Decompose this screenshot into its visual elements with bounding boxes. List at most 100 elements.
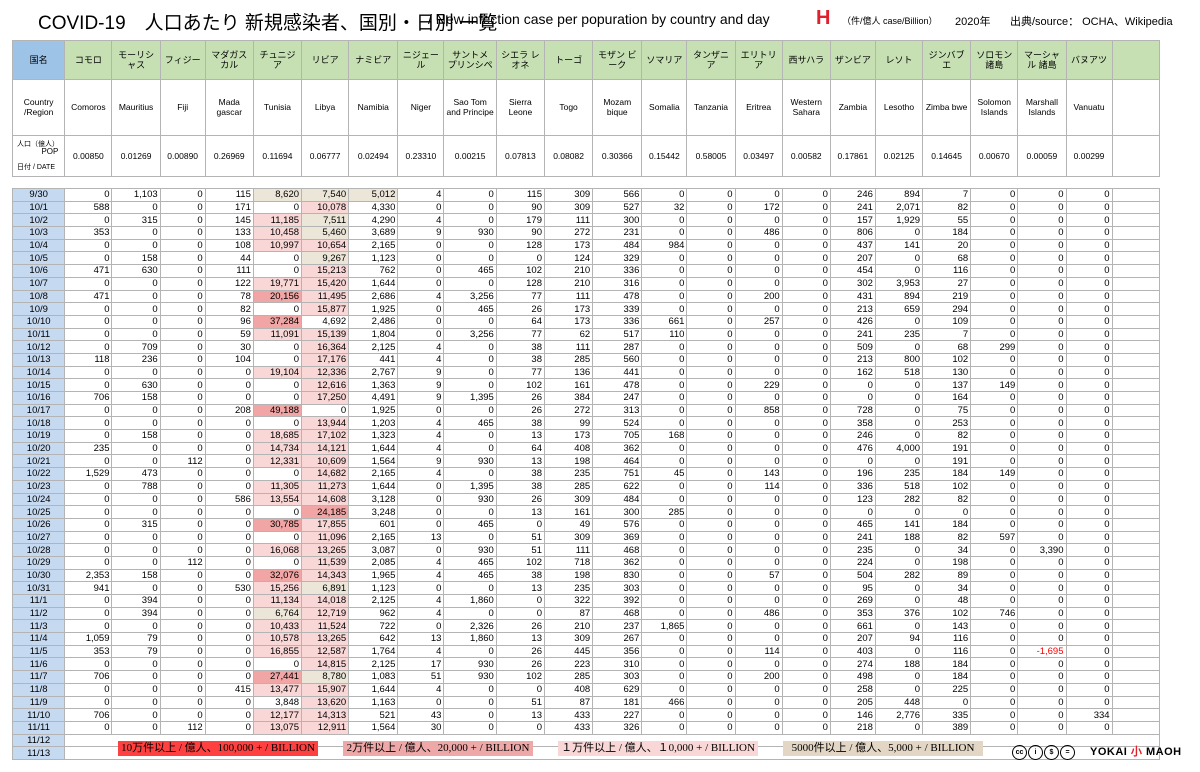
value-cell: 168 xyxy=(641,429,688,443)
value-cell: 0 xyxy=(159,226,206,240)
country-population: 0.08082 xyxy=(543,135,594,177)
blank-cell xyxy=(1112,226,1161,240)
value-cell: 30 xyxy=(397,720,445,735)
blank-cell xyxy=(1112,517,1161,532)
value-cell: 102 xyxy=(922,606,972,621)
value-cell: 0 xyxy=(443,441,497,456)
value-cell: 0 xyxy=(1065,555,1113,570)
value-cell: 37,284 xyxy=(252,314,303,329)
date-cell: 10/6 xyxy=(11,264,66,278)
value-cell: 326 xyxy=(592,720,643,735)
value-cell: 184 xyxy=(922,517,972,532)
value-cell: 0 xyxy=(686,467,736,481)
country-name-en: Sierra Leone xyxy=(495,79,545,136)
value-cell: 0 xyxy=(159,416,206,431)
value-cell: 0 xyxy=(159,289,206,304)
table-row: 11/10 706 0 0 0 12,177 14,313 521 43 0 13 433 227 0 0 0… xyxy=(11,708,1161,722)
value-cell: 55 xyxy=(922,213,972,228)
value-cell: 0 xyxy=(1065,682,1113,697)
value-cell: 274 xyxy=(829,657,876,672)
value-cell: 59 xyxy=(204,327,254,342)
value-cell: 0 xyxy=(1065,416,1113,431)
table-row: 10/6 471 630 0 111 0 15,213 762 0 465 102 210 336 0 0 0… xyxy=(11,264,1161,278)
value-cell: 6,764 xyxy=(252,606,303,621)
value-cell: 0 xyxy=(397,314,445,329)
value-cell: 0 xyxy=(922,505,972,519)
value-cell: 0 xyxy=(734,695,783,710)
date-cell: 11/10 xyxy=(11,708,66,722)
blank-cell xyxy=(1112,416,1161,431)
value-cell: 0 xyxy=(734,264,783,278)
value-cell: 0 xyxy=(159,352,206,367)
value-cell: 13,477 xyxy=(252,682,303,697)
value-cell: 597 xyxy=(970,530,1019,545)
blank-column xyxy=(1112,79,1161,136)
value-cell: 0 xyxy=(1065,619,1113,634)
date-cell: 10/4 xyxy=(11,238,66,253)
value-cell: 3,256 xyxy=(443,289,497,304)
value-cell: 143 xyxy=(922,619,972,634)
value-cell: 0 xyxy=(1065,441,1113,456)
value-cell: 705 xyxy=(592,429,643,443)
value-cell: 4 xyxy=(397,682,445,697)
value-cell: 0 xyxy=(159,188,206,202)
value-cell: 90 xyxy=(495,226,545,240)
value-cell: 0 xyxy=(1065,276,1113,291)
country-name-jp: ナミビア xyxy=(348,40,399,80)
value-cell: 806 xyxy=(829,226,876,240)
value-cell: 0 xyxy=(686,555,736,570)
value-cell: 0 xyxy=(641,276,688,291)
table-row: 10/8 471 0 0 78 20,156 11,495 2,686 4 3,256 77 111 4… xyxy=(11,289,1161,304)
value-cell: 0 xyxy=(686,708,736,722)
value-cell: 0 xyxy=(874,454,924,469)
blank-cell xyxy=(1112,479,1161,494)
value-cell: 478 xyxy=(592,378,643,392)
value-cell: 8,780 xyxy=(301,670,350,684)
value-cell: 0 xyxy=(111,200,161,215)
value-cell: 1,865 xyxy=(641,619,688,634)
value-cell: 0 xyxy=(874,416,924,431)
value-cell: 258 xyxy=(829,682,876,697)
value-cell: 0 xyxy=(686,226,736,240)
brand-mark: 小 xyxy=(1130,746,1143,758)
value-cell: 1,163 xyxy=(348,695,399,710)
value-cell: 0 xyxy=(686,416,736,431)
value-cell: 13,620 xyxy=(301,695,350,710)
value-cell: 124 xyxy=(543,251,594,266)
value-cell: 0 xyxy=(641,454,688,469)
value-cell: 0 xyxy=(970,403,1019,418)
value-cell: 285 xyxy=(543,352,594,367)
value-cell: 0 xyxy=(734,441,783,456)
value-cell: 94 xyxy=(874,632,924,646)
value-cell: 0 xyxy=(970,581,1019,595)
value-cell: 486 xyxy=(734,226,783,240)
value-cell: 0 xyxy=(1017,391,1067,405)
value-cell: 560 xyxy=(592,352,643,367)
value-cell: 38 xyxy=(495,479,545,494)
value-cell: 0 xyxy=(64,505,113,519)
value-cell: 0 xyxy=(686,264,736,278)
value-cell: 0 xyxy=(781,543,831,557)
value-cell: 471 xyxy=(64,264,113,278)
value-cell: 237 xyxy=(592,619,643,634)
value-cell: 285 xyxy=(543,670,594,684)
value-cell: 15,256 xyxy=(252,581,303,595)
value-cell: 0 xyxy=(204,429,254,443)
value-cell: 468 xyxy=(592,606,643,621)
value-cell: 4,000 xyxy=(874,441,924,456)
value-cell: 0 xyxy=(781,314,831,329)
value-cell: 285 xyxy=(641,505,688,519)
value-cell: 894 xyxy=(874,188,924,202)
value-cell: 426 xyxy=(829,314,876,329)
value-cell: 0 xyxy=(1065,505,1113,519)
value-cell: 0 xyxy=(734,657,783,672)
brand-left: YOKAI xyxy=(1090,746,1128,758)
value-cell: 0 xyxy=(970,429,1019,443)
value-cell: 0 xyxy=(1017,226,1067,240)
value-cell: 77 xyxy=(495,289,545,304)
value-cell: 0 xyxy=(252,302,303,316)
value-cell: 369 xyxy=(592,530,643,545)
country-population: 0.01269 xyxy=(111,135,161,177)
value-cell: 0 xyxy=(64,238,113,253)
value-cell: 77 xyxy=(495,327,545,342)
